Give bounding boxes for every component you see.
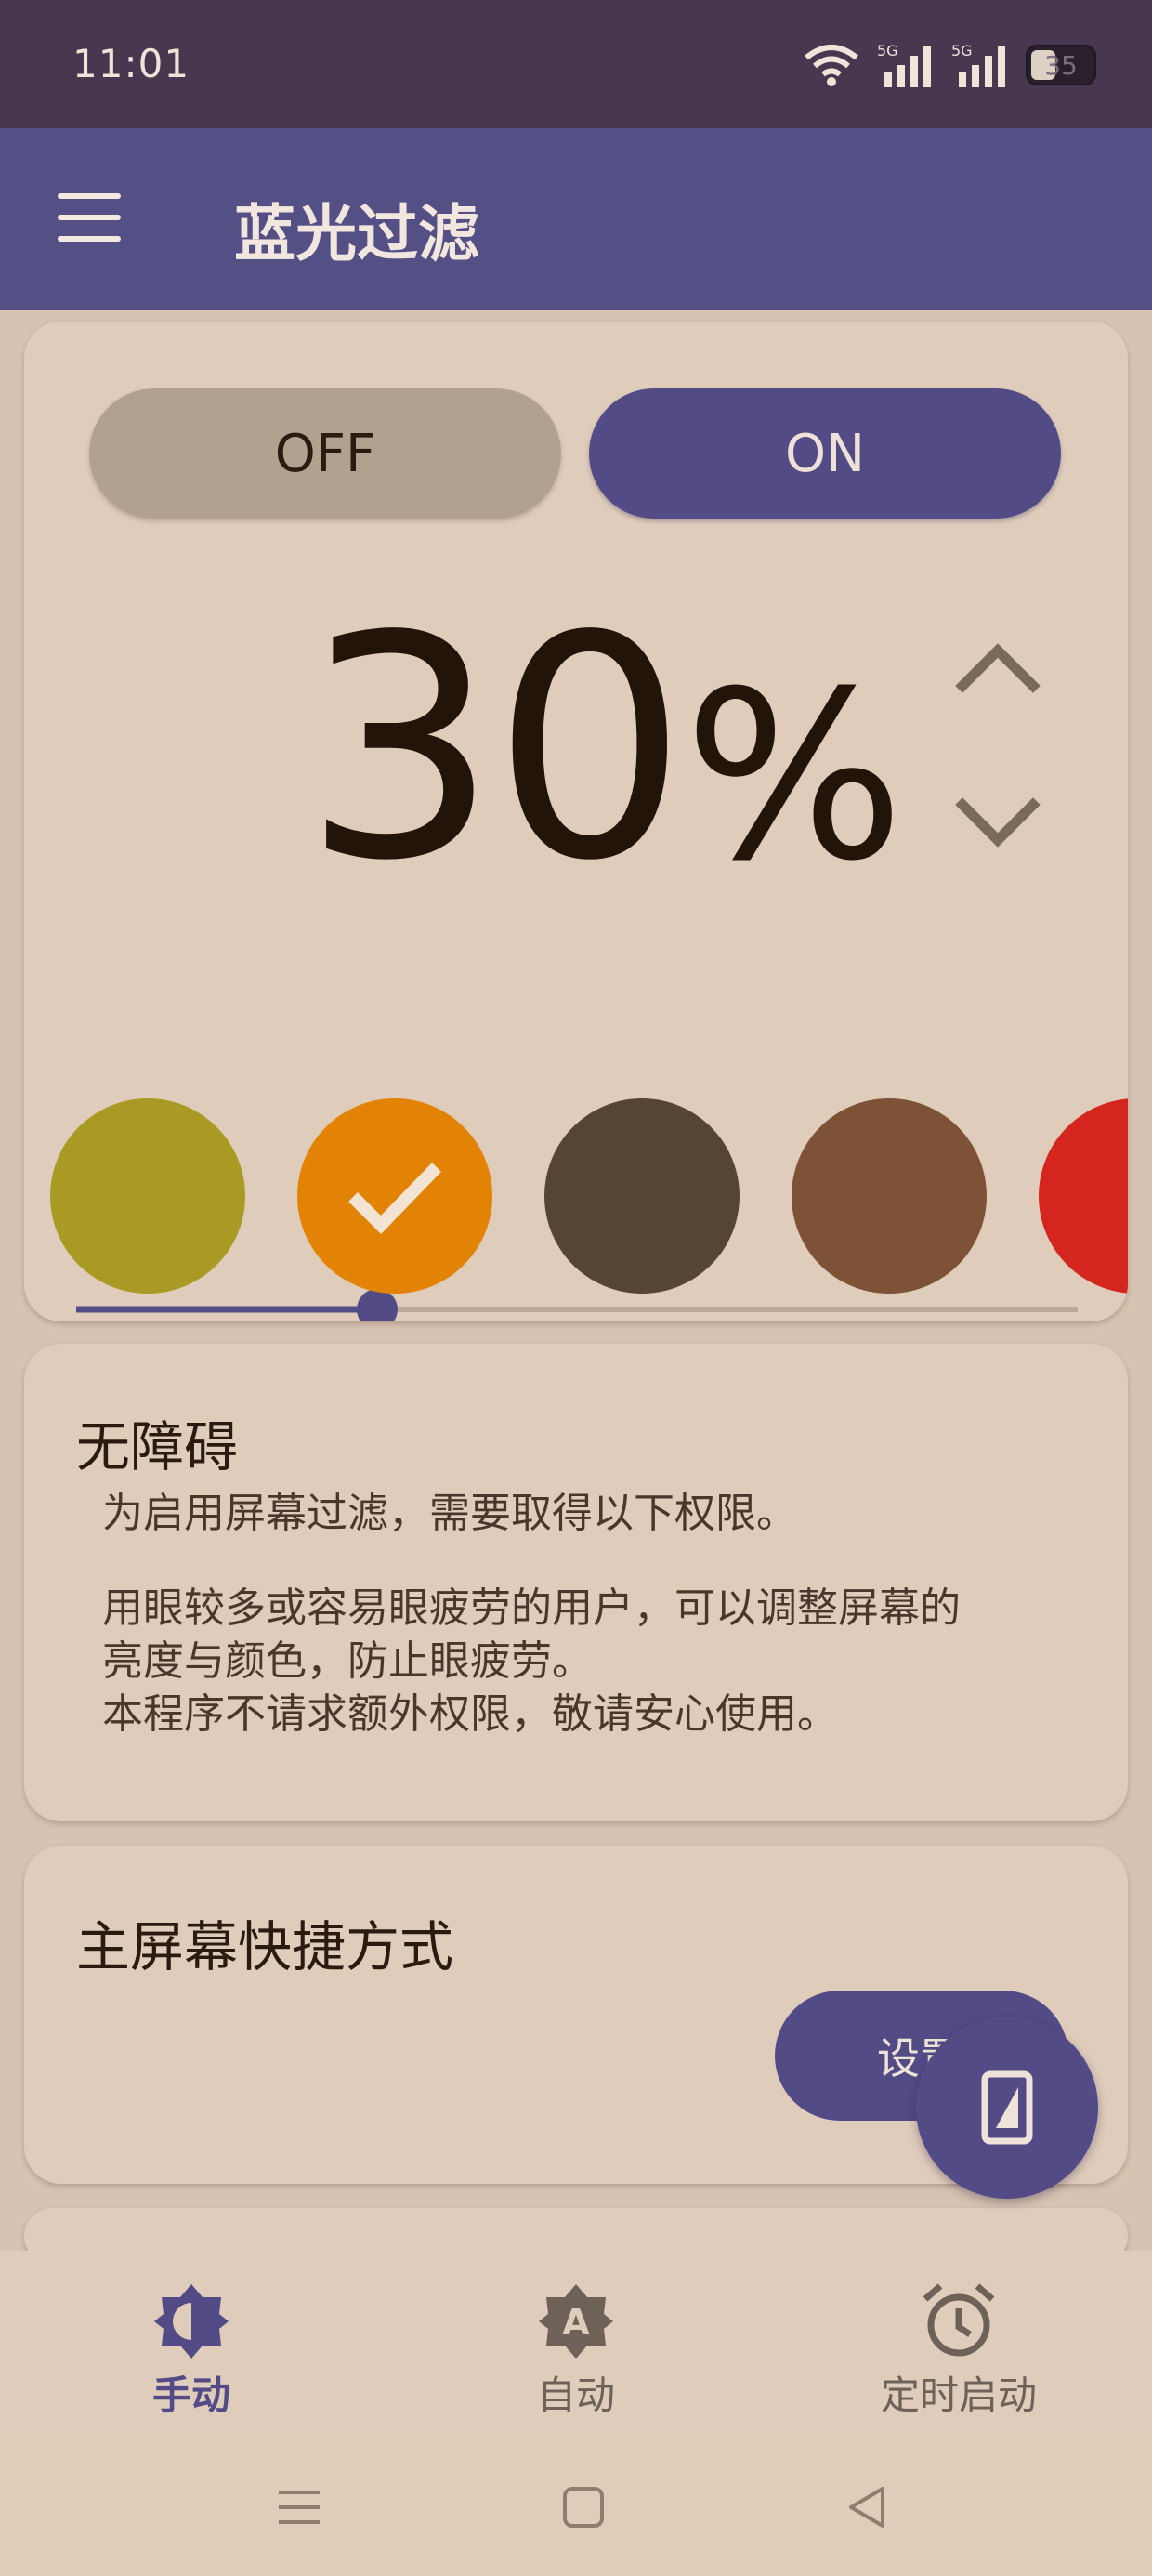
intensity-slider[interactable] bbox=[76, 1288, 1078, 1321]
shortcut-title: 主屏幕快捷方式 bbox=[76, 1915, 454, 1978]
brightness-manual-icon bbox=[154, 2284, 229, 2359]
wifi-icon bbox=[805, 45, 858, 86]
nav-auto[interactable]: A 自动 bbox=[455, 2282, 697, 2422]
home-icon[interactable] bbox=[556, 2479, 611, 2535]
intensity-value: 30 bbox=[303, 571, 687, 927]
slider-thumb[interactable] bbox=[357, 1289, 398, 1321]
alarm-clock-icon bbox=[923, 2283, 995, 2357]
accessibility-line-2: 用眼较多或容易眼疲劳的用户，可以调整屏幕的 bbox=[102, 1584, 961, 1632]
status-icons: 5G 5G 35 bbox=[803, 37, 1096, 93]
bottom-nav: 手动 A 自动 定时启动 bbox=[0, 2251, 1152, 2433]
status-time: 11:01 bbox=[72, 41, 190, 86]
brightness-auto-icon: A bbox=[539, 2284, 613, 2359]
recent-apps-icon[interactable] bbox=[271, 2479, 327, 2535]
signal-icon: 5G bbox=[877, 42, 931, 87]
nav-manual[interactable]: 手动 bbox=[71, 2282, 312, 2422]
system-nav-bar bbox=[0, 2433, 1152, 2576]
screen-fab-button[interactable] bbox=[916, 2017, 1098, 2199]
accessibility-line-1: 为启用屏幕过滤，需要取得以下权限。 bbox=[102, 1490, 797, 1537]
accessibility-line-4: 本程序不请求额外权限，敬请安心使用。 bbox=[102, 1690, 838, 1738]
color-swatch-3[interactable] bbox=[544, 1098, 740, 1294]
menu-icon[interactable] bbox=[58, 193, 121, 245]
color-swatch-1[interactable] bbox=[50, 1098, 245, 1294]
phone-icon bbox=[981, 2070, 1033, 2145]
nav-timer[interactable]: 定时启动 bbox=[838, 2282, 1080, 2422]
on-button[interactable]: ON bbox=[589, 388, 1061, 519]
app-bar: 蓝光过滤 bbox=[0, 128, 1152, 310]
nav-timer-label: 定时启动 bbox=[880, 2372, 1037, 2418]
nav-auto-label: 自动 bbox=[536, 2372, 615, 2418]
filter-card: OFF ON 30 % bbox=[24, 322, 1128, 1321]
battery-level: 35 bbox=[1044, 49, 1078, 81]
decrease-chevron-down-icon[interactable] bbox=[953, 792, 1042, 857]
off-button[interactable]: OFF bbox=[89, 388, 561, 519]
color-swatch-2[interactable] bbox=[297, 1098, 492, 1294]
nav-manual-label: 手动 bbox=[151, 2372, 230, 2418]
accessibility-line-3: 亮度与颜色，防止眼疲劳。 bbox=[102, 1637, 593, 1685]
color-swatch-4[interactable] bbox=[792, 1098, 987, 1294]
svg-text:A: A bbox=[562, 2302, 590, 2343]
svg-text:5G: 5G bbox=[877, 42, 898, 59]
page-title: 蓝光过滤 bbox=[234, 198, 479, 269]
color-swatch-5[interactable] bbox=[1039, 1098, 1128, 1294]
status-bar: 11:01 5G 5G 35 bbox=[0, 0, 1152, 128]
accessibility-title: 无障碍 bbox=[76, 1415, 239, 1479]
intensity-display: 30 % bbox=[303, 571, 905, 927]
check-icon bbox=[348, 1163, 442, 1234]
intensity-unit: % bbox=[684, 641, 905, 912]
accessibility-card: 无障碍 为启用屏幕过滤，需要取得以下权限。 用眼较多或容易眼疲劳的用户，可以调整… bbox=[24, 1344, 1128, 1821]
battery-icon: 35 bbox=[1026, 45, 1096, 85]
increase-chevron-up-icon[interactable] bbox=[953, 634, 1042, 699]
back-icon[interactable] bbox=[840, 2479, 896, 2535]
signal-icon-2: 5G bbox=[951, 42, 1005, 87]
svg-text:5G: 5G bbox=[951, 42, 973, 59]
